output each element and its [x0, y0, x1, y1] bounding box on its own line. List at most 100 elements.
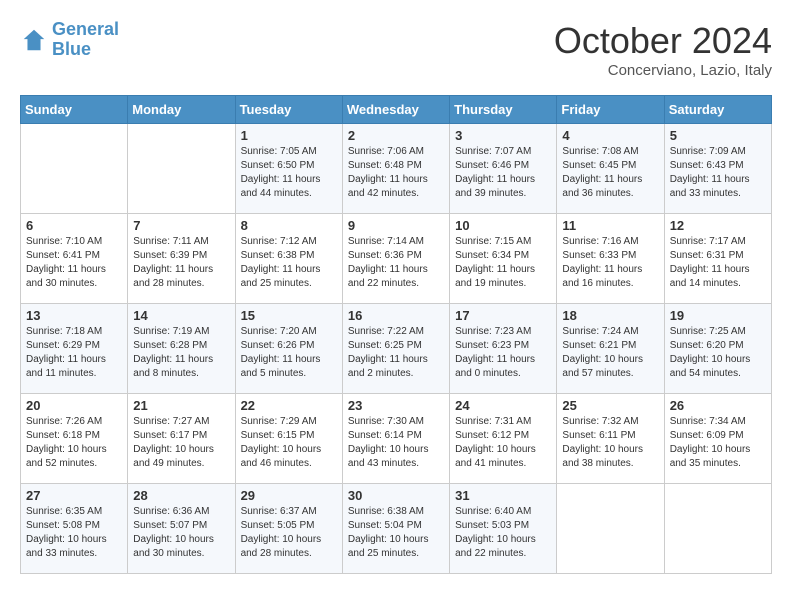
day-number: 25: [562, 398, 658, 413]
calendar-cell: 17 Sunrise: 7:23 AM Sunset: 6:23 PM Dayli…: [450, 304, 557, 394]
calendar-cell: 4 Sunrise: 7:08 AM Sunset: 6:45 PM Daylig…: [557, 124, 664, 214]
logo: General Blue: [20, 20, 119, 60]
calendar-week-4: 20Sunrise: 7:26 AM Sunset: 6:18 PM Dayli…: [21, 394, 772, 484]
day-info: Sunrise: 7:19 AM Sunset: 6:28 PM Dayligh…: [133, 325, 229, 381]
calendar-cell: 2Sunrise: 7:06 AM Sunset: 6:48 PM Daylig…: [342, 124, 449, 214]
day-number: 30: [348, 488, 444, 503]
day-number: 24: [455, 398, 551, 413]
day-number: 1: [241, 128, 337, 143]
calendar-cell: 19 Sunrise: 7:25 AM Sunset: 6:20 PM Dayli…: [664, 304, 771, 394]
calendar-cell: 23 Sunrise: 7:30 AM Sunset: 6:14 PM Dayli…: [342, 394, 449, 484]
calendar-cell: 22 Sunrise: 7:29 AM Sunset: 6:15 PM Dayli…: [235, 394, 342, 484]
day-info: Sunrise: 7:25 AM Sunset: 6:20 PM Dayligh…: [670, 325, 766, 381]
calendar-cell: [664, 484, 771, 574]
day-info: Sunrise: 7:34 AM Sunset: 6:09 PM Dayligh…: [670, 415, 766, 471]
month-title: October 2024: [554, 20, 772, 62]
day-number: 5: [670, 128, 766, 143]
day-info: Sunrise: 7:27 AM Sunset: 6:17 PM Dayligh…: [133, 415, 229, 471]
day-info: Sunrise: 7:20 AM Sunset: 6:26 PM Dayligh…: [241, 325, 337, 381]
day-info: Sunrise: 6:36 AM Sunset: 5:07 PM Dayligh…: [133, 505, 229, 561]
calendar-header: SundayMondayTuesdayWednesdayThursdayFrid…: [21, 96, 772, 124]
calendar-body: 1 Sunrise: 7:05 AM Sunset: 6:50 PM Daylig…: [21, 124, 772, 574]
logo-icon: [20, 26, 48, 54]
calendar-cell: 18 Sunrise: 7:24 AM Sunset: 6:21 PM Dayli…: [557, 304, 664, 394]
calendar-cell: 30 Sunrise: 6:38 AM Sunset: 5:04 PM Dayli…: [342, 484, 449, 574]
location-subtitle: Concerviano, Lazio, Italy: [554, 62, 772, 79]
day-info: Sunrise: 7:30 AM Sunset: 6:14 PM Dayligh…: [348, 415, 444, 471]
day-info: Sunrise: 7:12 AM Sunset: 6:38 PM Dayligh…: [241, 235, 337, 291]
weekday-header-saturday: Saturday: [664, 96, 771, 124]
calendar-cell: 6 Sunrise: 7:10 AM Sunset: 6:41 PM Daylig…: [21, 214, 128, 304]
day-number: 29: [241, 488, 337, 503]
day-number: 12: [670, 218, 766, 233]
day-info: Sunrise: 6:37 AM Sunset: 5:05 PM Dayligh…: [241, 505, 337, 561]
day-number: 3: [455, 128, 551, 143]
calendar-week-3: 13 Sunrise: 7:18 AM Sunset: 6:29 PM Dayli…: [21, 304, 772, 394]
calendar-cell: 21 Sunrise: 7:27 AM Sunset: 6:17 PM Dayli…: [128, 394, 235, 484]
day-number: 23: [348, 398, 444, 413]
weekday-header-sunday: Sunday: [21, 96, 128, 124]
calendar-cell: 16 Sunrise: 7:22 AM Sunset: 6:25 PM Dayli…: [342, 304, 449, 394]
calendar-cell: 13 Sunrise: 7:18 AM Sunset: 6:29 PM Dayli…: [21, 304, 128, 394]
day-number: 27: [26, 488, 122, 503]
calendar-cell: [21, 124, 128, 214]
day-info: Sunrise: 7:23 AM Sunset: 6:23 PM Dayligh…: [455, 325, 551, 381]
logo-text: General Blue: [52, 20, 119, 60]
calendar-cell: 28Sunrise: 6:36 AM Sunset: 5:07 PM Dayli…: [128, 484, 235, 574]
weekday-header-wednesday: Wednesday: [342, 96, 449, 124]
weekday-header-friday: Friday: [557, 96, 664, 124]
day-info: Sunrise: 7:06 AM Sunset: 6:48 PM Dayligh…: [348, 145, 444, 201]
day-info: Sunrise: 7:09 AM Sunset: 6:43 PM Dayligh…: [670, 145, 766, 201]
day-info: Sunrise: 7:08 AM Sunset: 6:45 PM Dayligh…: [562, 145, 658, 201]
weekday-header-row: SundayMondayTuesdayWednesdayThursdayFrid…: [21, 96, 772, 124]
day-number: 22: [241, 398, 337, 413]
day-number: 16: [348, 308, 444, 323]
day-info: Sunrise: 6:40 AM Sunset: 5:03 PM Dayligh…: [455, 505, 551, 561]
day-info: Sunrise: 7:16 AM Sunset: 6:33 PM Dayligh…: [562, 235, 658, 291]
day-number: 21: [133, 398, 229, 413]
day-info: Sunrise: 7:11 AM Sunset: 6:39 PM Dayligh…: [133, 235, 229, 291]
day-number: 18: [562, 308, 658, 323]
day-number: 13: [26, 308, 122, 323]
calendar-cell: 3 Sunrise: 7:07 AM Sunset: 6:46 PM Daylig…: [450, 124, 557, 214]
calendar-cell: 20Sunrise: 7:26 AM Sunset: 6:18 PM Dayli…: [21, 394, 128, 484]
calendar-cell: 14 Sunrise: 7:19 AM Sunset: 6:28 PM Dayli…: [128, 304, 235, 394]
day-info: Sunrise: 7:10 AM Sunset: 6:41 PM Dayligh…: [26, 235, 122, 291]
day-info: Sunrise: 7:22 AM Sunset: 6:25 PM Dayligh…: [348, 325, 444, 381]
page-header: General Blue October 2024 Concerviano, L…: [20, 20, 772, 79]
day-number: 19: [670, 308, 766, 323]
day-info: Sunrise: 7:07 AM Sunset: 6:46 PM Dayligh…: [455, 145, 551, 201]
day-info: Sunrise: 7:18 AM Sunset: 6:29 PM Dayligh…: [26, 325, 122, 381]
calendar-week-1: 1 Sunrise: 7:05 AM Sunset: 6:50 PM Daylig…: [21, 124, 772, 214]
calendar-cell: 15Sunrise: 7:20 AM Sunset: 6:26 PM Dayli…: [235, 304, 342, 394]
calendar-cell: 27 Sunrise: 6:35 AM Sunset: 5:08 PM Dayli…: [21, 484, 128, 574]
day-info: Sunrise: 7:31 AM Sunset: 6:12 PM Dayligh…: [455, 415, 551, 471]
day-number: 20: [26, 398, 122, 413]
day-info: Sunrise: 7:17 AM Sunset: 6:31 PM Dayligh…: [670, 235, 766, 291]
day-info: Sunrise: 7:24 AM Sunset: 6:21 PM Dayligh…: [562, 325, 658, 381]
day-number: 6: [26, 218, 122, 233]
calendar-cell: 1 Sunrise: 7:05 AM Sunset: 6:50 PM Daylig…: [235, 124, 342, 214]
calendar-cell: 5 Sunrise: 7:09 AM Sunset: 6:43 PM Daylig…: [664, 124, 771, 214]
day-number: 4: [562, 128, 658, 143]
day-info: Sunrise: 7:05 AM Sunset: 6:50 PM Dayligh…: [241, 145, 337, 201]
day-number: 17: [455, 308, 551, 323]
logo-line1: General: [52, 19, 119, 39]
calendar-cell: 9Sunrise: 7:14 AM Sunset: 6:36 PM Daylig…: [342, 214, 449, 304]
day-number: 8: [241, 218, 337, 233]
day-number: 31: [455, 488, 551, 503]
day-info: Sunrise: 7:29 AM Sunset: 6:15 PM Dayligh…: [241, 415, 337, 471]
day-info: Sunrise: 7:32 AM Sunset: 6:11 PM Dayligh…: [562, 415, 658, 471]
calendar-cell: 8 Sunrise: 7:12 AM Sunset: 6:38 PM Daylig…: [235, 214, 342, 304]
day-info: Sunrise: 6:35 AM Sunset: 5:08 PM Dayligh…: [26, 505, 122, 561]
calendar-week-5: 27 Sunrise: 6:35 AM Sunset: 5:08 PM Dayli…: [21, 484, 772, 574]
calendar-table: SundayMondayTuesdayWednesdayThursdayFrid…: [20, 95, 772, 574]
calendar-cell: 29 Sunrise: 6:37 AM Sunset: 5:05 PM Dayli…: [235, 484, 342, 574]
day-number: 14: [133, 308, 229, 323]
calendar-week-2: 6 Sunrise: 7:10 AM Sunset: 6:41 PM Daylig…: [21, 214, 772, 304]
calendar-cell: 10 Sunrise: 7:15 AM Sunset: 6:34 PM Dayli…: [450, 214, 557, 304]
day-info: Sunrise: 7:15 AM Sunset: 6:34 PM Dayligh…: [455, 235, 551, 291]
calendar-cell: 11Sunrise: 7:16 AM Sunset: 6:33 PM Dayli…: [557, 214, 664, 304]
day-info: Sunrise: 6:38 AM Sunset: 5:04 PM Dayligh…: [348, 505, 444, 561]
day-number: 10: [455, 218, 551, 233]
